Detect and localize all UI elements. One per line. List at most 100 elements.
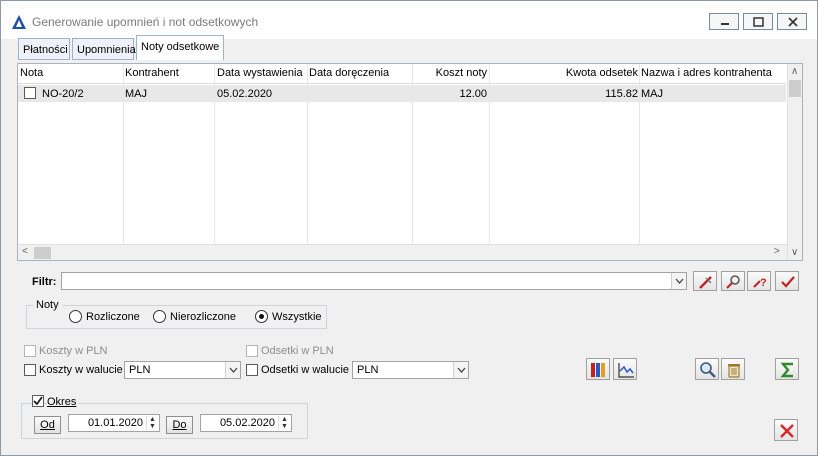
cell-koszt-noty: 12.00	[459, 88, 487, 100]
delete-button[interactable]	[721, 358, 745, 380]
maximize-button[interactable]	[743, 13, 773, 30]
od-date-spinner[interactable]: ▲ ▼	[146, 416, 158, 430]
column-header-data-doreczenia[interactable]: Data doręczenia	[309, 67, 389, 79]
radio-wszystkie[interactable]	[255, 310, 268, 323]
koszty-waluta-select[interactable]: PLN	[124, 361, 241, 379]
radio-nierozliczone-label[interactable]: Nierozliczone	[170, 311, 236, 323]
scroll-right-icon[interactable]: >	[774, 246, 780, 258]
chevron-down-icon	[675, 278, 684, 284]
odsetki-waluta-value: PLN	[357, 364, 379, 376]
odsetki-waluta-dropdown[interactable]	[453, 362, 468, 378]
search-button[interactable]	[695, 358, 719, 380]
main-window: Generowanie upomnień i not odsetkowych P…	[0, 0, 818, 456]
checkmark-icon	[33, 396, 43, 406]
tab-label: Płatności	[23, 44, 68, 56]
koszty-waluta-value: PLN	[129, 364, 151, 376]
koszty-waluta-label: Koszty w walucie	[39, 364, 123, 376]
vertical-scroll-thumb[interactable]	[789, 80, 801, 97]
horizontal-scrollbar[interactable]: < >	[18, 244, 787, 260]
cell-kontrahent: MAJ	[125, 88, 147, 100]
close-icon	[780, 424, 794, 438]
column-header-nazwa-adres[interactable]: Nazwa i adres kontrahenta	[641, 67, 772, 79]
grid-header: Nota Kontrahent Data wystawienia Data do…	[18, 64, 786, 84]
filter-dropdown-button[interactable]	[671, 273, 686, 289]
odsetki-waluta-checkbox[interactable]	[246, 364, 258, 376]
svg-text:?: ?	[760, 277, 767, 289]
cell-kwota-odsetek: 115.82	[605, 88, 638, 100]
chevron-down-icon	[457, 367, 466, 373]
do-button[interactable]: Do	[166, 416, 193, 434]
odsetki-pln-checkbox[interactable]	[246, 345, 258, 357]
radio-nierozliczone[interactable]	[153, 310, 166, 323]
filter-clear-button[interactable]	[693, 271, 717, 291]
koszty-waluta-dropdown[interactable]	[225, 362, 240, 378]
books-icon	[591, 363, 605, 377]
filter-input[interactable]	[61, 272, 687, 290]
title-bar: Generowanie upomnień i not odsetkowych	[1, 1, 817, 39]
question-icon: ?	[753, 277, 767, 289]
tab-upomnienia[interactable]: Upomnienia	[72, 38, 136, 60]
koszty-pln-checkbox[interactable]	[24, 345, 36, 357]
trash-icon	[728, 364, 740, 378]
column-header-nota[interactable]: Nota	[20, 67, 43, 79]
column-header-kwota-odsetek[interactable]: Kwota odsetek	[490, 67, 638, 79]
tab-platnosci[interactable]: Płatności	[18, 38, 70, 60]
radio-rozliczone[interactable]	[69, 310, 82, 323]
filter-apply-button[interactable]	[775, 271, 799, 291]
do-date-input[interactable]: 05.02.2020 ▲ ▼	[200, 414, 292, 432]
window-title: Generowanie upomnień i not odsetkowych	[32, 15, 259, 29]
okres-checkbox[interactable]	[32, 395, 44, 407]
vertical-scrollbar[interactable]: ∧ ∨	[787, 64, 802, 260]
scroll-up-icon[interactable]: ∧	[791, 66, 798, 78]
filter-label: Filtr:	[32, 276, 57, 288]
search-icon	[700, 362, 716, 378]
od-date-value: 01.01.2020	[87, 417, 143, 429]
chart-icon	[618, 363, 634, 378]
minimize-button[interactable]	[709, 13, 739, 30]
column-header-data-wystawienia[interactable]: Data wystawienia	[217, 67, 303, 79]
magnifier-wrench-icon	[726, 275, 740, 289]
odsetki-pln-label: Odsetki w PLN	[261, 345, 334, 357]
tab-label: Noty odsetkowe	[141, 41, 220, 53]
cell-nazwa-adres: MAJ	[641, 88, 663, 100]
eraser-icon	[699, 276, 712, 289]
do-date-spinner[interactable]: ▲ ▼	[278, 416, 290, 430]
chart-button[interactable]	[613, 358, 637, 380]
koszty-pln-label: Koszty w PLN	[39, 345, 108, 357]
row-checkbox[interactable]	[24, 87, 36, 99]
cell-nota: NO-20/2	[42, 88, 84, 100]
scroll-left-icon[interactable]: <	[22, 246, 28, 258]
sigma-icon	[780, 362, 793, 378]
close-window-button[interactable]	[777, 13, 807, 30]
do-button-label: Do	[172, 419, 187, 431]
koszty-waluta-checkbox[interactable]	[24, 364, 36, 376]
column-header-koszt-noty[interactable]: Koszt noty	[413, 67, 487, 79]
filter-help-button[interactable]: ?	[747, 271, 771, 291]
chevron-down-icon	[229, 367, 238, 373]
scroll-down-icon[interactable]: ∨	[791, 247, 798, 259]
close-icon	[788, 17, 798, 27]
filter-search-button[interactable]	[721, 271, 745, 291]
odsetki-waluta-label: Odsetki w walucie	[261, 364, 350, 376]
minimize-icon	[721, 23, 729, 25]
od-date-input[interactable]: 01.01.2020 ▲ ▼	[68, 414, 160, 432]
horizontal-scroll-thumb[interactable]	[34, 247, 51, 259]
notes-grid[interactable]: Nota Kontrahent Data wystawienia Data do…	[17, 63, 803, 261]
cell-data-wystawienia: 05.02.2020	[217, 88, 273, 100]
noty-legend: Noty	[33, 299, 62, 311]
tab-label: Upomnienia	[77, 44, 136, 56]
radio-wszystkie-label[interactable]: Wszystkie	[272, 311, 322, 323]
do-date-value: 05.02.2020	[219, 417, 275, 429]
odsetki-waluta-select[interactable]: PLN	[352, 361, 469, 379]
radio-rozliczone-label[interactable]: Rozliczone	[86, 311, 140, 323]
books-button[interactable]	[586, 358, 610, 380]
od-button-label: Od	[40, 419, 55, 431]
column-header-kontrahent[interactable]: Kontrahent	[125, 67, 179, 79]
triangle-logo-icon	[12, 15, 26, 29]
tab-noty-odsetkowe[interactable]: Noty odsetkowe	[136, 35, 224, 60]
table-row[interactable]: NO-20/2 MAJ 05.02.2020 12.00 115.82 MAJ	[18, 85, 786, 102]
sum-button[interactable]	[775, 358, 799, 380]
close-button[interactable]	[774, 419, 798, 441]
checkmark-icon	[781, 276, 795, 288]
od-button[interactable]: Od	[34, 416, 61, 434]
